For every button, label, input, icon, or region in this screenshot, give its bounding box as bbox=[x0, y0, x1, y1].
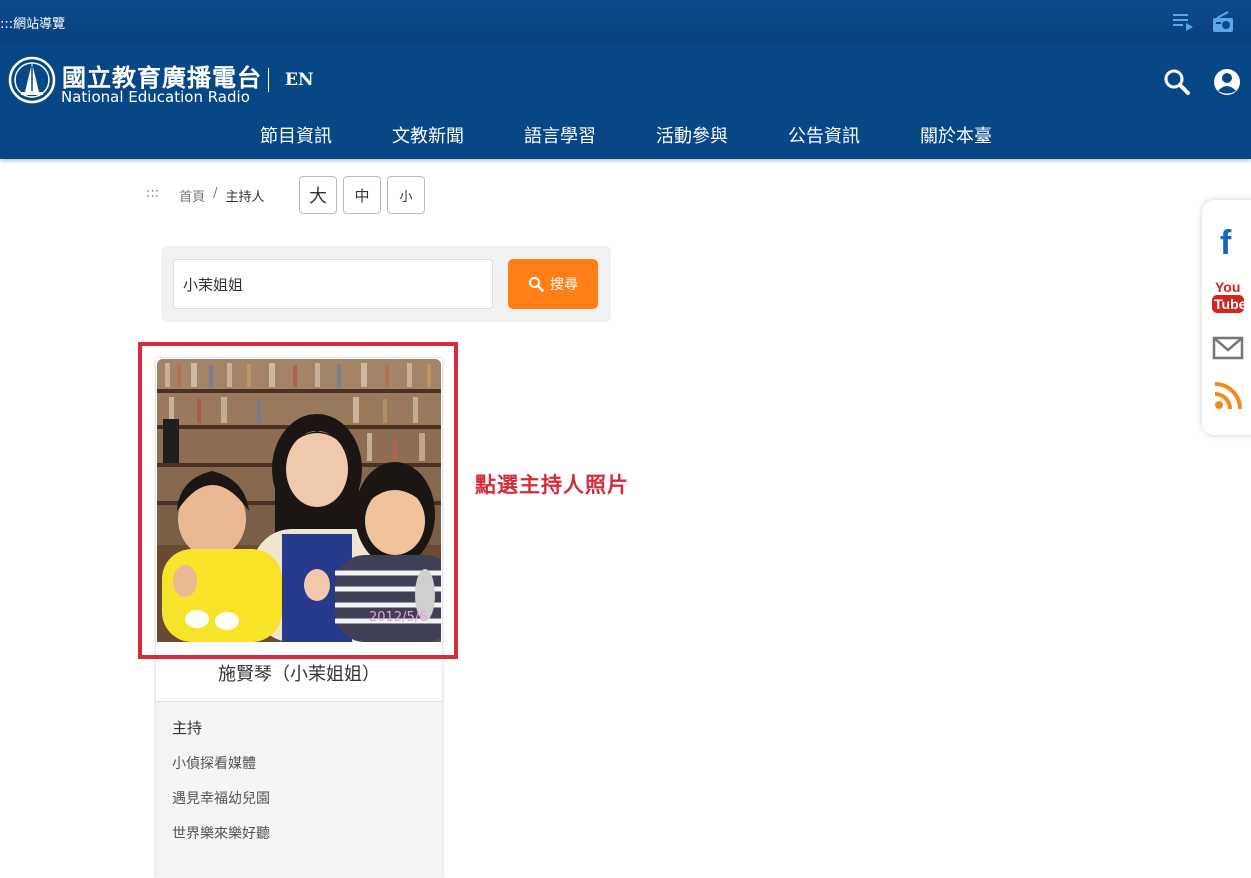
youtube-icon[interactable]: You Tube bbox=[1212, 278, 1244, 316]
main-menu: 節目資訊 文教新聞 語言學習 活動參與 公告資訊 關於本臺 bbox=[230, 122, 1022, 148]
search-button[interactable]: 搜尋 bbox=[508, 259, 598, 309]
facebook-icon[interactable]: f bbox=[1212, 224, 1244, 256]
facebook-letter: f bbox=[1220, 224, 1232, 256]
menu-item-programs[interactable]: 節目資訊 bbox=[230, 122, 362, 148]
radio-icon[interactable] bbox=[1211, 10, 1235, 34]
font-size-medium-button[interactable]: 中 bbox=[343, 176, 381, 214]
search-button-label: 搜尋 bbox=[550, 276, 578, 292]
font-size-large-button[interactable]: 大 bbox=[299, 176, 337, 214]
search-icon[interactable] bbox=[1163, 68, 1191, 96]
youtube-text-top: You bbox=[1215, 279, 1240, 295]
menu-item-announcements[interactable]: 公告資訊 bbox=[758, 122, 890, 148]
site-nav-link[interactable]: :::網站導覽 bbox=[0, 13, 65, 32]
breadcrumb-current: 主持人 bbox=[225, 190, 265, 205]
breadcrumb-home[interactable]: 首頁 bbox=[179, 186, 205, 205]
header-divider bbox=[268, 68, 269, 92]
rss-icon[interactable] bbox=[1212, 380, 1244, 412]
youtube-text-bottom: Tube bbox=[1214, 296, 1244, 312]
host-name[interactable]: 施賢琴（小茉姐姐） bbox=[156, 660, 442, 686]
program-link[interactable]: 小偵探看媒體 bbox=[172, 753, 256, 773]
user-icon[interactable] bbox=[1213, 68, 1241, 96]
english-site-link[interactable]: EN bbox=[285, 70, 314, 90]
menu-item-language[interactable]: 語言學習 bbox=[494, 122, 626, 148]
instruction-annotation: 點選主持人照片 bbox=[475, 473, 629, 497]
program-link[interactable]: 世界樂來樂好聽 bbox=[172, 823, 270, 843]
site-logo[interactable]: 國立教育廣播電台 National Education Radio bbox=[8, 56, 268, 108]
breadcrumb-accesskey[interactable]: ::: bbox=[146, 186, 159, 205]
logo-emblem-icon bbox=[8, 56, 56, 104]
host-role-title: 主持 bbox=[172, 719, 203, 737]
font-size-small-button[interactable]: 小 bbox=[387, 176, 425, 214]
search-input[interactable] bbox=[173, 259, 493, 309]
search-icon bbox=[529, 277, 544, 292]
photo-highlight-box bbox=[138, 342, 458, 659]
breadcrumb-separator: / bbox=[213, 186, 218, 201]
program-link[interactable]: 遇見幸福幼兒園 bbox=[172, 788, 270, 808]
menu-item-news[interactable]: 文教新聞 bbox=[362, 122, 494, 148]
social-sidebar: f You Tube bbox=[1202, 200, 1251, 435]
menu-item-about[interactable]: 關於本臺 bbox=[890, 122, 1022, 148]
playlist-icon[interactable] bbox=[1171, 10, 1195, 34]
site-header: 國立教育廣播電台 National Education Radio EN 節目資… bbox=[0, 44, 1251, 159]
mail-icon[interactable] bbox=[1212, 332, 1244, 364]
top-utility-bar: :::網站導覽 bbox=[0, 0, 1251, 44]
host-programs-panel: 主持 小偵探看媒體 遇見幸福幼兒園 世界樂來樂好聽 bbox=[156, 701, 442, 878]
menu-item-activities[interactable]: 活動參與 bbox=[626, 122, 758, 148]
logo-english-name: National Education Radio bbox=[61, 88, 250, 106]
breadcrumb: ::: 首頁 / 主持人 bbox=[146, 186, 265, 205]
host-search-panel: 搜尋 bbox=[161, 246, 611, 322]
